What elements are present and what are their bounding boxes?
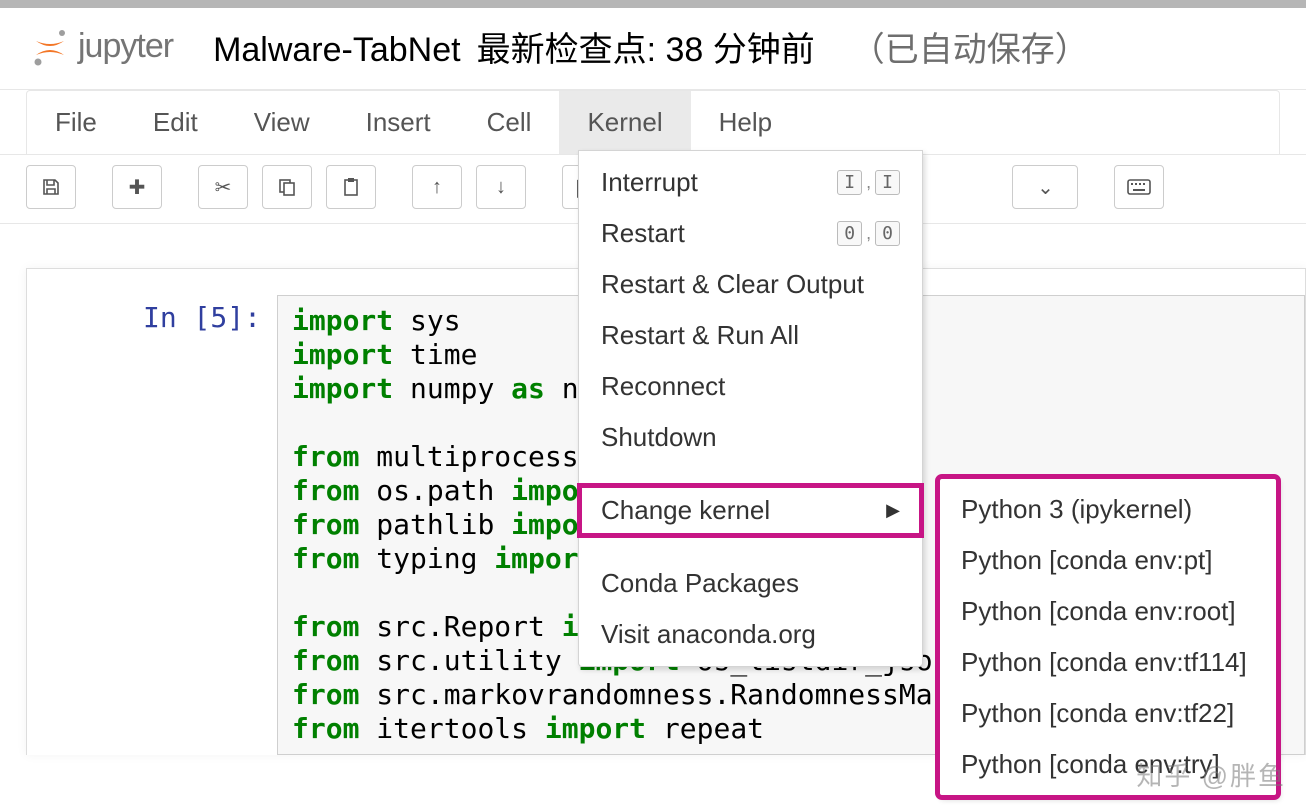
menu-item-label: Restart & Run All <box>601 320 799 351</box>
kernel-option[interactable]: Python 3 (ipykernel) <box>939 484 1277 535</box>
watermark: 知乎 @胖鱼 <box>1136 756 1286 793</box>
kernel-option[interactable]: Python [conda env:tf22] <box>939 688 1277 739</box>
menu-item-label: Reconnect <box>601 371 725 402</box>
change-kernel-submenu: Python 3 (ipykernel)Python [conda env:pt… <box>938 477 1278 797</box>
command-palette-button[interactable] <box>1114 165 1164 209</box>
jupyter-logo[interactable]: jupyter <box>30 27 173 67</box>
menu-edit[interactable]: Edit <box>125 91 226 154</box>
arrow-up-icon: ↑ <box>432 176 442 199</box>
menu-item-label: Shutdown <box>601 422 717 453</box>
kernel-menu-visit-anaconda-org[interactable]: Visit anaconda.org <box>579 609 922 660</box>
menu-kernel[interactable]: Kernel <box>559 91 690 154</box>
cell-prompt: In [5]: <box>127 295 277 755</box>
kernel-menu-restart[interactable]: Restart 0,0 <box>579 208 922 259</box>
shortcut: 0,0 <box>837 221 900 246</box>
menubar: FileEditViewInsertCellKernelHelp <box>26 90 1280 154</box>
cut-icon: ✂ <box>215 175 232 200</box>
submenu-caret-icon: ▶ <box>886 500 900 521</box>
copy-button[interactable] <box>262 165 312 209</box>
chevron-down-icon: ⌄ <box>1037 175 1054 200</box>
menu-item-label: Restart <box>601 218 685 249</box>
menu-item-label: Visit anaconda.org <box>601 619 816 650</box>
keyboard-icon <box>1127 179 1151 195</box>
insert-cell-button[interactable]: ✚ <box>112 165 162 209</box>
kernel-option[interactable]: Python [conda env:pt] <box>939 535 1277 586</box>
paste-button[interactable] <box>326 165 376 209</box>
window-top-border <box>0 0 1306 8</box>
notebook-title[interactable]: Malware-TabNet <box>213 31 461 70</box>
jupyter-logo-icon <box>30 27 70 67</box>
kernel-menu-change-kernel[interactable]: Change kernel ▶ <box>579 485 922 536</box>
kernel-menu-conda-packages[interactable]: Conda Packages <box>579 558 922 609</box>
menu-help[interactable]: Help <box>691 91 800 154</box>
menu-item-label: Conda Packages <box>601 568 799 599</box>
kernel-menu-restart-run-all[interactable]: Restart & Run All <box>579 310 922 361</box>
celltype-dropdown[interactable]: ⌄ <box>1012 165 1078 209</box>
menu-cell[interactable]: Cell <box>459 91 560 154</box>
save-button[interactable] <box>26 165 76 209</box>
menu-item-label: Interrupt <box>601 167 698 198</box>
kernel-menu-restart-clear-output[interactable]: Restart & Clear Output <box>579 259 922 310</box>
kernel-menu-shutdown[interactable]: Shutdown <box>579 412 922 463</box>
checkpoint-text: 最新检查点: 38 分钟前 <box>477 22 815 71</box>
menubar-container: FileEditViewInsertCellKernelHelp <box>0 90 1306 155</box>
move-up-button[interactable]: ↑ <box>412 165 462 209</box>
paste-icon <box>341 177 361 197</box>
plus-icon: ✚ <box>129 175 146 200</box>
kernel-menu-dropdown: Interrupt I,I Restart 0,0 Restart & Clear Ou… <box>578 150 923 667</box>
shortcut: I,I <box>837 170 900 195</box>
save-icon <box>41 177 61 197</box>
menu-item-label: Change kernel <box>601 495 770 526</box>
kernel-option[interactable]: Python [conda env:tf114] <box>939 637 1277 688</box>
header: jupyter Malware-TabNet 最新检查点: 38 分钟前 （已自… <box>0 8 1306 90</box>
move-down-button[interactable]: ↓ <box>476 165 526 209</box>
arrow-down-icon: ↓ <box>496 176 506 199</box>
menu-insert[interactable]: Insert <box>338 91 459 154</box>
menu-file[interactable]: File <box>27 91 125 154</box>
jupyter-logo-text: jupyter <box>78 27 173 66</box>
menu-view[interactable]: View <box>226 91 338 154</box>
kernel-menu-reconnect[interactable]: Reconnect <box>579 361 922 412</box>
kernel-menu-interrupt[interactable]: Interrupt I,I <box>579 157 922 208</box>
cut-button[interactable]: ✂ <box>198 165 248 209</box>
kernel-option[interactable]: Python [conda env:root] <box>939 586 1277 637</box>
menu-item-label: Restart & Clear Output <box>601 269 864 300</box>
autosave-text: （已自动保存） <box>851 22 1089 71</box>
copy-icon <box>277 177 297 197</box>
